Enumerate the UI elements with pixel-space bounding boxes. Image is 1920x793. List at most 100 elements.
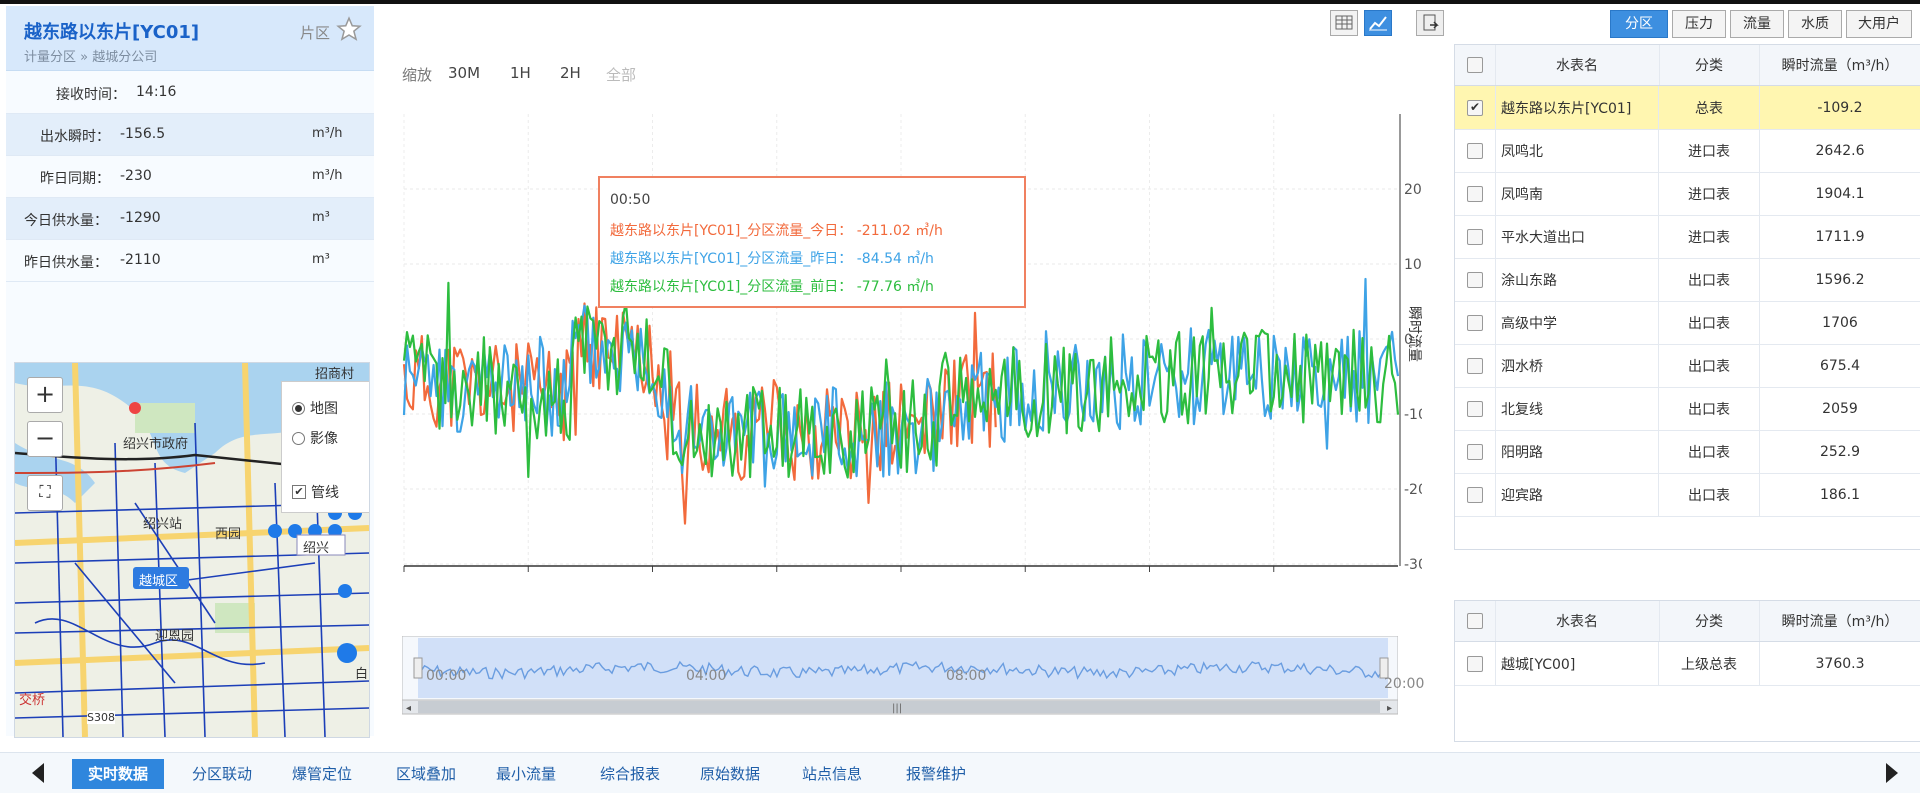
zoom-2h-button[interactable]: 2H: [560, 64, 581, 82]
zoom-label: 缩放: [402, 66, 433, 84]
parent-meter-table: 水表名 分类 瞬时流量（m³/h） 越城[YC00] 上级总表 3760.3: [1454, 600, 1920, 742]
row-checkbox[interactable]: [1467, 655, 1483, 672]
layer-option-map-label: 地图: [310, 401, 338, 417]
scroll-right-icon[interactable]: ▸: [1387, 703, 1392, 714]
info-row-label: 昨日同期：: [40, 171, 110, 187]
nav-item[interactable]: 区域叠加: [380, 759, 472, 789]
nav-item[interactable]: 原始数据: [684, 759, 776, 789]
fullscreen-icon[interactable]: ⛶: [27, 475, 63, 511]
nav-item[interactable]: 报警维护: [890, 759, 982, 789]
table-view-icon[interactable]: [1330, 10, 1358, 36]
table-row[interactable]: 平水大道出口 进口表 1711.9: [1455, 215, 1920, 259]
table-row[interactable]: 阳明路 出口表 252.9: [1455, 430, 1920, 474]
navigator-window[interactable]: [418, 638, 1388, 698]
row-checkbox[interactable]: [1467, 486, 1483, 503]
tooltip-time: 00:50: [610, 192, 651, 208]
radio-satellite[interactable]: [292, 431, 305, 445]
table-row[interactable]: 越城[YC00] 上级总表 3760.3: [1455, 642, 1920, 686]
info-row: 昨日同期： -230 m³/h: [6, 156, 374, 198]
cell-flow: 1596.2: [1759, 258, 1920, 301]
row-checkbox[interactable]: [1467, 357, 1483, 374]
y-tick-label: 200: [1404, 182, 1422, 198]
navigator-handle-left[interactable]: [413, 657, 423, 679]
tab-category[interactable]: 水质: [1788, 10, 1842, 38]
region-type-label: 片区: [299, 24, 330, 42]
range-navigator[interactable]: 00:00 04:00 08:00 ||| ◂ ▸: [402, 636, 1398, 716]
chart-view-icon[interactable]: [1364, 10, 1392, 36]
row-checkbox[interactable]: [1467, 443, 1483, 460]
column-header: 水表名: [1495, 45, 1660, 85]
cell-flow: 675.4: [1759, 344, 1920, 387]
checkbox-pipeline[interactable]: ✔: [292, 485, 306, 499]
table-row[interactable]: 迎宾路 出口表 186.1: [1455, 473, 1920, 517]
nav-item[interactable]: 最小流量: [480, 759, 572, 789]
column-header: 分类: [1659, 45, 1760, 85]
row-checkbox[interactable]: [1467, 185, 1483, 202]
navigator-handle-right[interactable]: [1379, 657, 1389, 679]
nav-prev-icon[interactable]: [32, 763, 44, 783]
layer-option-satellite-label: 影像: [310, 431, 338, 447]
zoom-30m-button[interactable]: 30M: [448, 64, 480, 82]
layer-option-map[interactable]: 地图: [292, 398, 338, 418]
zoom-in-button[interactable]: +: [27, 377, 63, 413]
tab-category[interactable]: 大用户: [1846, 10, 1912, 38]
nav-item[interactable]: 站点信息: [786, 759, 878, 789]
table-row[interactable]: 涂山东路 出口表 1596.2: [1455, 258, 1920, 302]
cell-flow: -109.2: [1759, 86, 1920, 129]
table-row[interactable]: 凤鸣南 进口表 1904.1: [1455, 172, 1920, 216]
layer-option-satellite[interactable]: 影像: [292, 428, 338, 448]
tab-category[interactable]: 分区: [1610, 10, 1668, 38]
cell-flow: 1904.1: [1759, 172, 1920, 215]
tab-category[interactable]: 压力: [1672, 10, 1726, 38]
navigator-tick-label: 08:00: [946, 668, 986, 684]
map-label-city: 绍兴: [303, 541, 330, 556]
map-widget[interactable]: + − ⛶ 地图 影像 ✔ 管线 绍兴市政府 绍兴站 越城区 迎恩园 交桥 S3…: [14, 362, 370, 738]
radio-map[interactable]: [292, 401, 305, 415]
cell-name: 迎宾路: [1495, 473, 1659, 516]
row-checkbox-cell: ✔: [1455, 86, 1496, 129]
row-checkbox-cell: [1455, 258, 1496, 301]
map-label-village: 招商村: [315, 367, 355, 382]
row-checkbox[interactable]: [1467, 228, 1483, 245]
table-row[interactable]: 北复线 出口表 2059: [1455, 387, 1920, 431]
meter-table: 水表名 分类 瞬时流量（m³/h） ✔ 越东路以东片[YC01] 总表 -109.2 凤鸣北进…: [1454, 44, 1920, 550]
row-checkbox[interactable]: [1467, 314, 1483, 331]
row-checkbox-cell: [1455, 430, 1496, 473]
nav-item[interactable]: 综合报表: [584, 759, 676, 789]
export-icon[interactable]: [1416, 10, 1444, 36]
star-icon[interactable]: [336, 16, 362, 42]
nav-item[interactable]: 爆管定位: [276, 759, 368, 789]
info-row-label: 接收时间：: [56, 87, 126, 103]
layer-option-pipeline[interactable]: ✔ 管线: [292, 482, 339, 502]
row-checkbox[interactable]: [1467, 400, 1483, 417]
table-header: 水表名 分类 瞬时流量（m³/h）: [1455, 45, 1920, 86]
nav-item[interactable]: 实时数据: [72, 759, 164, 789]
info-row: 昨日供水量： -2110 m³: [6, 240, 374, 282]
scroll-left-icon[interactable]: ◂: [406, 703, 411, 714]
cell-type: 出口表: [1659, 387, 1760, 430]
chart-tooltip: 00:50 越东路以东片[YC01]_分区流量_今日： -211.02 ㎥/h …: [598, 176, 1026, 308]
zoom-1h-button[interactable]: 1H: [510, 64, 531, 82]
table-row[interactable]: ✔ 越东路以东片[YC01] 总表 -109.2: [1455, 86, 1920, 130]
column-header: 分类: [1659, 601, 1760, 641]
tab-category[interactable]: 流量: [1730, 10, 1784, 38]
table-row[interactable]: 泗水桥 出口表 675.4: [1455, 344, 1920, 388]
map-label-road: S308: [87, 711, 115, 724]
cell-name: 北复线: [1495, 387, 1659, 430]
zoom-out-button[interactable]: −: [27, 421, 63, 457]
select-all-checkbox[interactable]: [1467, 57, 1483, 73]
column-header: 水表名: [1495, 601, 1660, 641]
nav-item[interactable]: 分区联动: [176, 759, 268, 789]
select-all-checkbox[interactable]: [1467, 613, 1483, 629]
cell-type: 出口表: [1659, 473, 1760, 516]
nav-next-icon[interactable]: [1886, 763, 1898, 783]
map-label-gov: 绍兴市政府: [123, 437, 189, 452]
row-checkbox[interactable]: ✔: [1467, 99, 1483, 116]
map-label-district: 越城区: [139, 574, 179, 589]
table-row[interactable]: 凤鸣北 进口表 2642.6: [1455, 129, 1920, 173]
info-row-value: -230: [120, 168, 152, 184]
zoom-all-button[interactable]: 全部: [606, 64, 636, 85]
table-row[interactable]: 高级中学 出口表 1706: [1455, 301, 1920, 345]
row-checkbox[interactable]: [1467, 271, 1483, 288]
row-checkbox[interactable]: [1467, 142, 1483, 159]
